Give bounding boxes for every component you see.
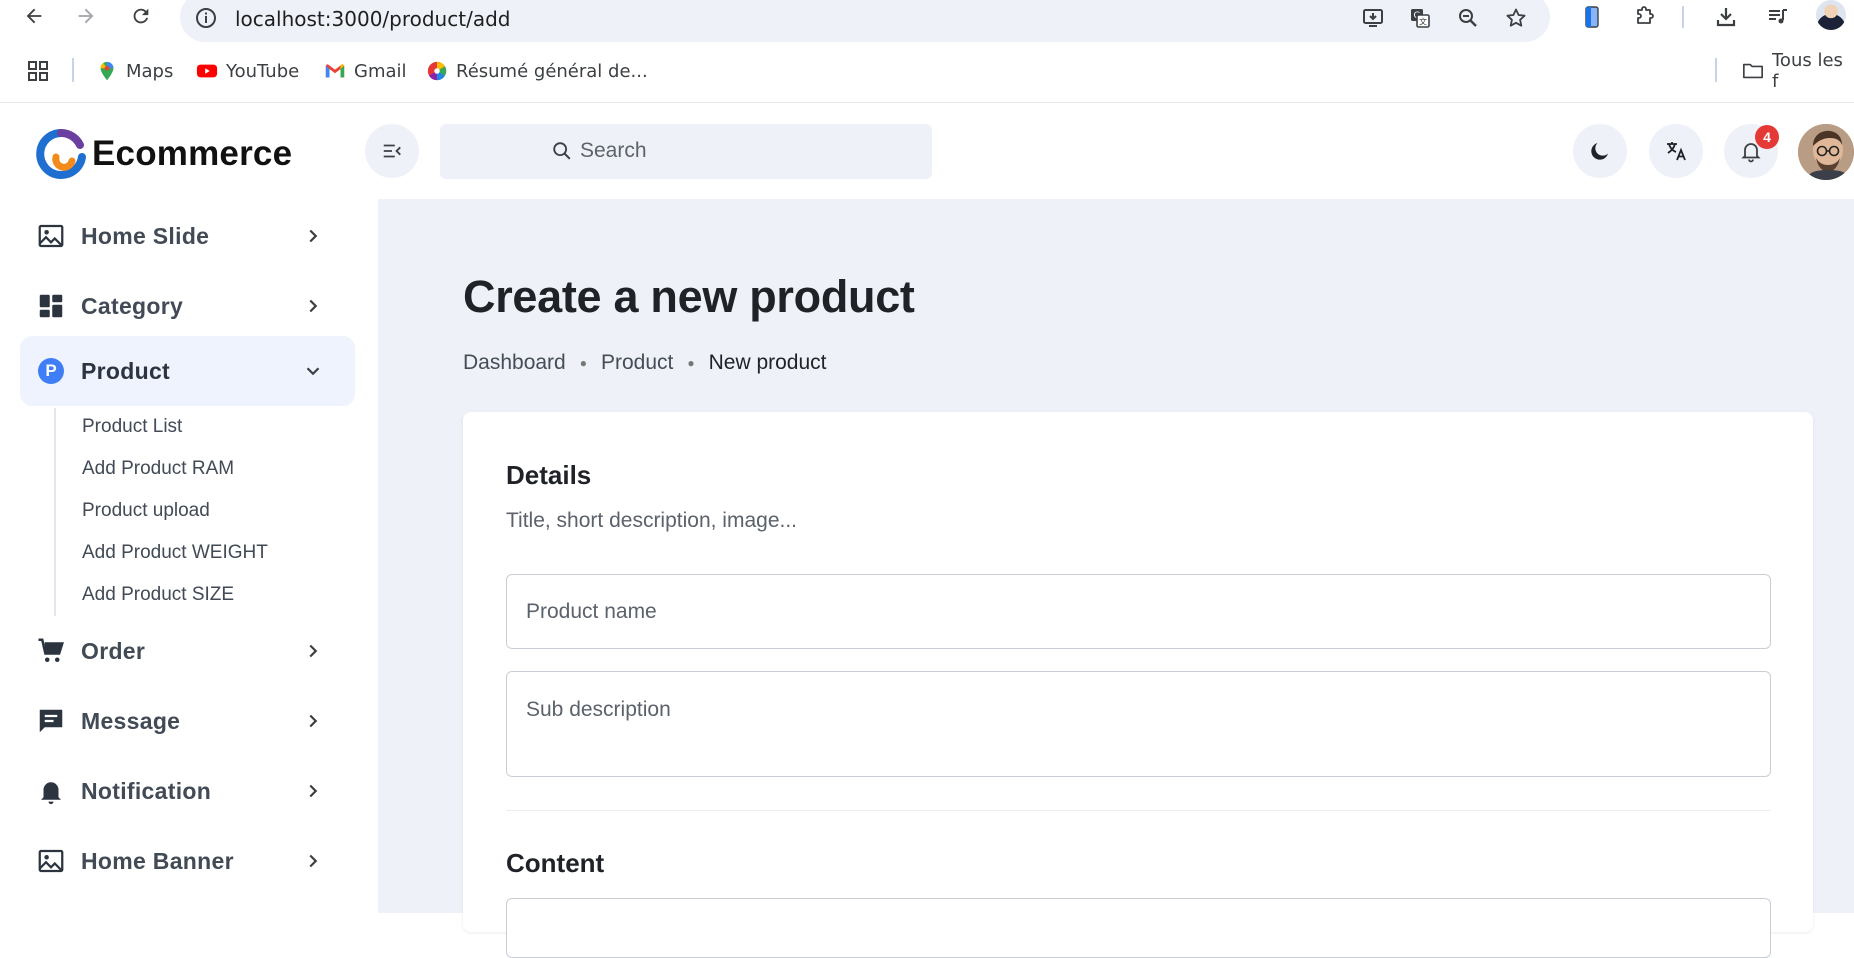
- language-button[interactable]: [1649, 124, 1703, 178]
- color-wheel-icon: [426, 60, 448, 82]
- bookmark-star-icon[interactable]: [1502, 4, 1530, 32]
- reload-button[interactable]: [127, 2, 155, 30]
- address-bar[interactable]: localhost:3000/product/add G文: [180, 0, 1550, 42]
- breadcrumb-separator: ●: [579, 356, 587, 370]
- arrow-right-icon: [78, 8, 94, 24]
- bookmark-gmail[interactable]: Gmail: [324, 59, 407, 83]
- bookmark-resume[interactable]: Résumé général de...: [426, 59, 648, 83]
- chevron-down-icon: [302, 360, 324, 382]
- sidebar-item-order[interactable]: Order: [20, 616, 355, 686]
- zoom-icon[interactable]: [1454, 4, 1482, 32]
- menu-collapse-icon: [383, 144, 401, 158]
- browser-profile-avatar[interactable]: [1816, 0, 1846, 30]
- logo[interactable]: Ecommerce: [34, 127, 292, 181]
- maps-icon: [96, 60, 118, 82]
- sidebar-item-notification[interactable]: Notification: [20, 756, 355, 826]
- content-editor[interactable]: [506, 898, 1771, 958]
- sidebar-item-home-slide[interactable]: Home Slide: [20, 201, 355, 271]
- translate-icon: [1667, 142, 1686, 161]
- breadcrumb-dashboard[interactable]: Dashboard: [463, 351, 566, 375]
- bookmarks-divider: [72, 58, 74, 82]
- submenu-item-product-list[interactable]: Product List: [82, 416, 182, 438]
- folder-icon: [1742, 60, 1764, 82]
- logo-text: Ecommerce: [92, 134, 293, 173]
- notification-count-badge: 4: [1755, 125, 1779, 149]
- product-p-icon: P: [36, 356, 66, 386]
- chevron-right-icon: [302, 710, 324, 732]
- bookmark-youtube[interactable]: YouTube: [196, 59, 299, 83]
- details-subtitle: Title, short description, image...: [506, 509, 798, 532]
- bookmarks-divider: [1715, 58, 1717, 82]
- app-header: Ecommerce 4: [0, 103, 1854, 199]
- media-playlist-icon[interactable]: [1764, 3, 1792, 31]
- svg-text:文: 文: [1419, 17, 1427, 27]
- breadcrumb-current: New product: [708, 351, 827, 374]
- details-title: Details: [506, 460, 592, 490]
- sidebar-collapse-button[interactable]: [365, 124, 419, 178]
- translate-page-icon[interactable]: G文: [1406, 4, 1434, 32]
- all-bookmarks-folder[interactable]: Tous les f: [1742, 50, 1854, 92]
- submenu-item-product-upload[interactable]: Product upload: [82, 500, 210, 522]
- theme-toggle-button[interactable]: [1573, 124, 1627, 178]
- url-text[interactable]: localhost:3000/product/add: [235, 7, 510, 31]
- submenu-line: [54, 408, 56, 616]
- details-card: Details Title, short description, image.…: [463, 412, 1813, 958]
- main-content: Create a new product Dashboard ● Product…: [378, 199, 1854, 958]
- cart-icon: [36, 636, 66, 666]
- chevron-right-icon: [302, 640, 324, 662]
- image-icon: [36, 846, 66, 876]
- browser-toolbar: localhost:3000/product/add G文: [0, 0, 1854, 42]
- sidebar-item-home-banner[interactable]: Home Banner: [20, 826, 355, 896]
- submenu-item-add-product-ram[interactable]: Add Product RAM: [82, 458, 234, 480]
- install-app-icon[interactable]: [1359, 4, 1387, 32]
- section-divider: [506, 810, 1771, 811]
- content-title: Content: [506, 848, 605, 878]
- bookmarks-bar: Maps YouTube Gmail Résumé général de... …: [0, 50, 1854, 92]
- bookmark-maps[interactable]: Maps: [96, 59, 173, 83]
- user-avatar[interactable]: [1798, 124, 1854, 180]
- ecommerce-logo-icon: [36, 128, 86, 179]
- sidebar-item-category[interactable]: Category: [20, 271, 355, 341]
- product-name-input[interactable]: [506, 574, 1771, 649]
- search-input[interactable]: [580, 136, 920, 166]
- forward-button[interactable]: [72, 2, 100, 30]
- search-box[interactable]: [440, 124, 932, 179]
- back-button[interactable]: [20, 2, 48, 30]
- chevron-right-icon: [302, 295, 324, 317]
- gmail-icon: [324, 60, 346, 82]
- chevron-right-icon: [302, 850, 324, 872]
- downloads-icon[interactable]: [1712, 3, 1740, 31]
- site-info-icon[interactable]: [194, 6, 218, 30]
- chevron-right-icon: [302, 780, 324, 802]
- bell-icon: [36, 776, 66, 806]
- breadcrumb-product[interactable]: Product: [601, 351, 673, 375]
- youtube-icon: [196, 60, 218, 82]
- extensions-puzzle-icon[interactable]: [1631, 3, 1659, 31]
- search-icon: [553, 142, 571, 160]
- submenu-item-add-product-weight[interactable]: Add Product WEIGHT: [82, 542, 268, 564]
- user-photo-icon: [1798, 124, 1854, 180]
- sidebar-item-message[interactable]: Message: [20, 686, 355, 756]
- notifications-button[interactable]: 4: [1724, 124, 1779, 178]
- dashboard-grid-icon: [36, 291, 66, 321]
- sub-description-textarea[interactable]: [506, 671, 1771, 777]
- apps-grid-icon[interactable]: [26, 59, 50, 83]
- breadcrumb: Dashboard ● Product ● New product: [463, 351, 827, 375]
- chevron-right-icon: [302, 225, 324, 247]
- sidebar: Home Slide Category P Product Product Li…: [0, 199, 378, 913]
- moon-icon: [1591, 143, 1608, 160]
- extension-phone-icon[interactable]: [1578, 3, 1606, 31]
- page-title: Create a new product: [463, 271, 915, 322]
- submenu-item-add-product-size[interactable]: Add Product SIZE: [82, 584, 234, 606]
- sidebar-item-product[interactable]: P Product: [20, 336, 355, 406]
- image-icon: [36, 221, 66, 251]
- arrow-left-icon: [26, 8, 42, 24]
- reload-icon: [133, 8, 149, 24]
- toolbar-divider: [1682, 6, 1684, 28]
- message-icon: [36, 706, 66, 736]
- breadcrumb-separator: ●: [687, 356, 695, 370]
